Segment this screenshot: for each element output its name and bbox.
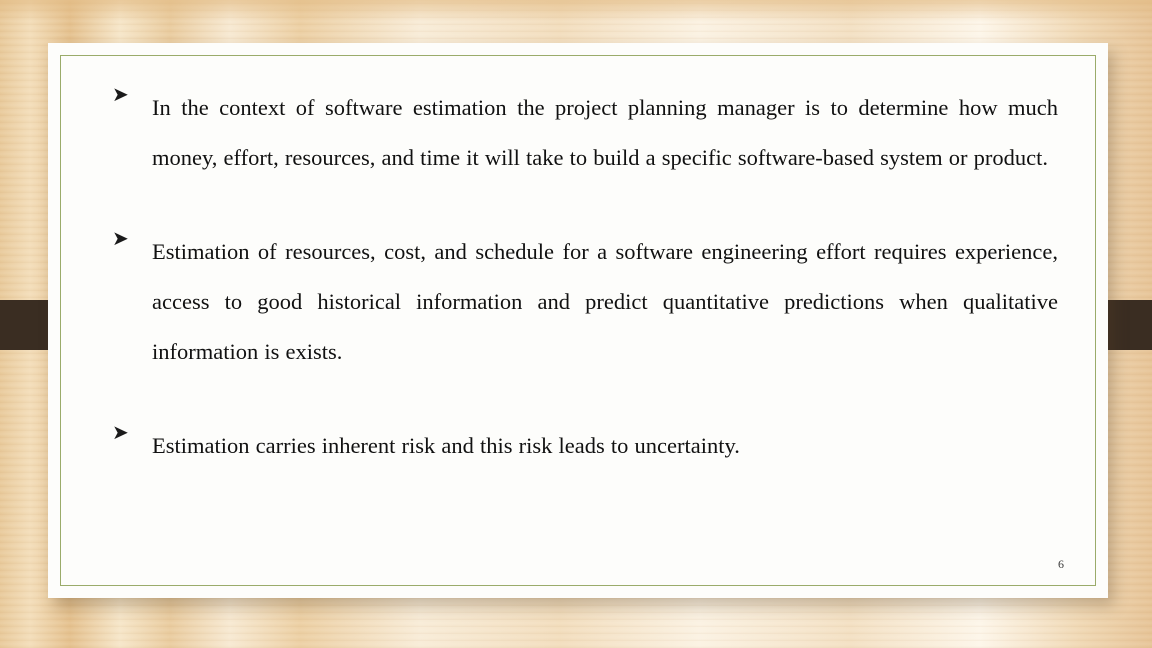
slide-canvas: ➤ In the context of software estimation … — [0, 0, 1152, 648]
slide-card: ➤ In the context of software estimation … — [48, 43, 1108, 598]
slide-content: ➤ In the context of software estimation … — [108, 83, 1058, 568]
bullet-text-3: Estimation carries inherent risk and thi… — [152, 433, 740, 458]
slide-number: 6 — [1058, 557, 1064, 571]
bullet-text-2: Estimation of resources, cost, and sched… — [152, 239, 1058, 364]
arrow-bullet-icon: ➤ — [112, 420, 129, 444]
bullet-text-1: In the context of software estimation th… — [152, 95, 1058, 170]
bullet-item-1: ➤ In the context of software estimation … — [108, 83, 1058, 183]
arrow-bullet-icon: ➤ — [112, 226, 129, 250]
bullet-item-3: ➤ Estimation carries inherent risk and t… — [108, 421, 1058, 471]
top-gradient-band — [0, 0, 1152, 22]
arrow-bullet-icon: ➤ — [112, 82, 129, 106]
bullet-item-2: ➤ Estimation of resources, cost, and sch… — [108, 227, 1058, 377]
